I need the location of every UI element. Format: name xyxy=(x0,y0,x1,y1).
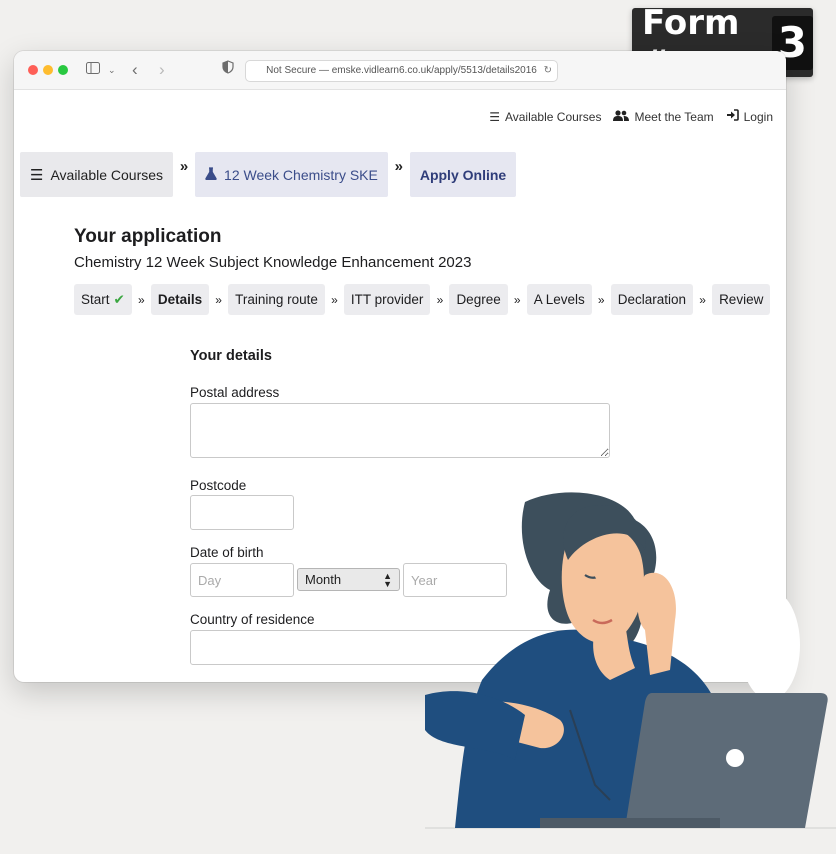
top-navigation: ☰ Available Courses Meet the Team Login xyxy=(489,109,773,124)
step-label: A Levels xyxy=(533,292,585,307)
minimize-window-button[interactable] xyxy=(43,65,53,75)
login-icon xyxy=(726,109,739,124)
dob-day-field[interactable]: Day xyxy=(190,563,294,597)
breadcrumb-apply-online[interactable]: Apply Online xyxy=(409,152,517,197)
nav-label: Available Courses xyxy=(504,109,602,124)
step-itt-provider[interactable]: ITT provider xyxy=(343,284,431,315)
step-separator: » xyxy=(699,292,706,307)
step-review[interactable]: Review xyxy=(712,284,771,315)
section-title: Your details xyxy=(190,348,272,364)
breadcrumb-label: 12 Week Chemistry SKE xyxy=(224,166,378,183)
breadcrumb-separator: » xyxy=(179,158,189,175)
sidebar-toggle-icon[interactable] xyxy=(86,60,100,80)
breadcrumb-label: Available Courses xyxy=(50,166,164,183)
breadcrumb-available-courses[interactable]: ☰ Available Courses xyxy=(20,152,174,197)
dob-month-select[interactable]: Month ▲ ▼ xyxy=(297,568,400,591)
step-a-levels[interactable]: A Levels xyxy=(526,284,592,315)
laptop-logo-icon xyxy=(726,749,744,767)
step-declaration[interactable]: Declaration xyxy=(610,284,694,315)
country-of-residence-label: Country of residence xyxy=(190,612,315,627)
step-separator: » xyxy=(513,292,521,307)
postcode-field[interactable] xyxy=(190,495,294,530)
step-label: Review xyxy=(719,292,764,307)
page-subtitle: Chemistry 12 Week Subject Knowledge Enha… xyxy=(74,254,472,271)
postal-address-label: Postal address xyxy=(190,385,280,400)
step-training-route[interactable]: Training route xyxy=(228,284,325,315)
date-of-birth-label: Date of birth xyxy=(190,545,264,560)
background-blob xyxy=(740,590,800,700)
month-selected-value: Month xyxy=(305,572,342,587)
forward-icon[interactable]: › xyxy=(159,60,165,80)
step-details[interactable]: Details xyxy=(150,284,210,315)
breadcrumb-label: Apply Online xyxy=(419,166,507,183)
privacy-shield-icon[interactable] xyxy=(222,60,234,80)
postcode-label: Postcode xyxy=(190,478,247,493)
address-bar-url: Not Secure — emske.vidlearn6.co.uk/apply… xyxy=(266,65,537,76)
checkmark-icon: ✔ xyxy=(113,291,125,307)
step-separator: » xyxy=(597,292,605,307)
step-label: Degree xyxy=(456,292,501,307)
step-label: Details xyxy=(157,292,203,307)
day-placeholder: Day xyxy=(198,572,222,588)
step-separator: » xyxy=(215,292,222,307)
list-icon: ☰ xyxy=(489,109,500,124)
step-label: ITT provider xyxy=(350,292,424,307)
breadcrumb: ☰ Available Courses » 12 Week Chemistry … xyxy=(20,152,517,197)
maximize-window-button[interactable] xyxy=(58,65,68,75)
breadcrumb-course[interactable]: 12 Week Chemistry SKE xyxy=(195,152,388,197)
reload-icon[interactable]: ↻ xyxy=(544,61,552,81)
close-window-button[interactable] xyxy=(28,65,38,75)
step-separator: » xyxy=(436,292,444,307)
page-title: Your application xyxy=(74,226,222,247)
address-bar[interactable]: Not Secure — emske.vidlearn6.co.uk/apply… xyxy=(245,60,558,82)
nav-meet-the-team[interactable]: Meet the Team xyxy=(613,109,714,124)
step-label: Training route xyxy=(235,292,318,307)
step-start[interactable]: Start ✔ xyxy=(74,284,132,315)
flask-icon xyxy=(205,166,217,183)
step-label: Declaration xyxy=(617,292,687,307)
nav-label: Login xyxy=(743,109,773,124)
postal-address-field[interactable] xyxy=(190,403,610,458)
breadcrumb-separator: » xyxy=(394,158,404,175)
users-icon xyxy=(613,109,630,124)
step-separator: » xyxy=(137,292,145,307)
step-label: Start xyxy=(81,292,110,307)
application-steps: Start ✔ » Details » Training route » ITT… xyxy=(74,284,771,315)
step-degree[interactable]: Degree xyxy=(449,284,508,315)
select-arrows-icon: ▲ ▼ xyxy=(383,570,392,589)
nav-available-courses[interactable]: ☰ Available Courses xyxy=(489,109,601,124)
stressed-woman-illustration xyxy=(425,492,836,829)
browser-titlebar: ⌄ ‹ › Not Secure — emske.vidlearn6.co.uk… xyxy=(14,51,786,90)
nav-login[interactable]: Login xyxy=(726,109,773,124)
nav-label: Meet the Team xyxy=(634,109,714,124)
chevron-down-icon[interactable]: ⌄ xyxy=(108,60,116,80)
step-separator: » xyxy=(331,292,338,307)
back-icon[interactable]: ‹ xyxy=(132,60,138,80)
list-icon: ☰ xyxy=(30,166,44,184)
